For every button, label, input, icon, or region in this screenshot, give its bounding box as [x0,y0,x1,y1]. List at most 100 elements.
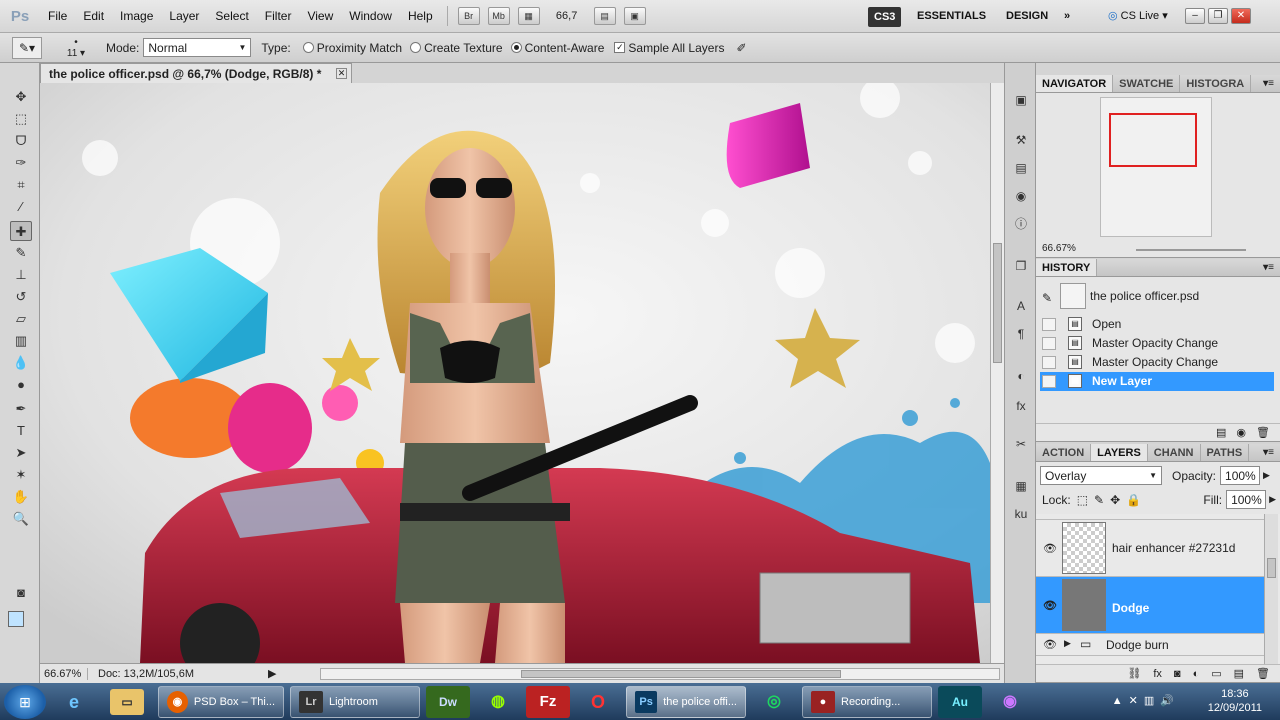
new-document-icon[interactable]: ▤ [1216,426,1226,439]
history-state[interactable]: ▤ Master Opacity Change [1040,353,1274,372]
start-button[interactable]: ⊞ [4,684,46,719]
menu-file[interactable]: File [40,9,75,23]
arrange-documents-icon[interactable]: ▤ [593,7,616,25]
vertical-scrollbar[interactable] [990,83,1004,663]
blend-mode-select[interactable]: Overlay ▼ [1040,466,1162,485]
layers-scrollbar[interactable] [1264,514,1278,664]
menu-view[interactable]: View [299,9,341,23]
tool-preset-picker[interactable]: ✎▾ [12,36,42,59]
mini-bridge-button[interactable]: Mb [487,7,510,25]
hand-tool-icon[interactable]: ✋ [10,487,32,507]
layer-style-icon[interactable]: fx [1153,668,1162,680]
fill-slider-icon[interactable]: ▶ [1269,494,1276,505]
tab-actions[interactable]: ACTION [1036,444,1092,461]
create-texture-radio[interactable] [410,42,422,53]
notes-dock-icon[interactable]: ▦ [1011,477,1031,495]
gradient-tool-icon[interactable]: ▥ [10,331,32,351]
workspace-essentials[interactable]: ESSENTIALS [917,10,986,22]
opacity-slider-icon[interactable]: ▶ [1263,470,1270,481]
layer-row[interactable]: 👁 hair enhancer #27231d [1036,520,1264,577]
trash-icon[interactable]: 🗑 [1256,667,1270,680]
opacity-input[interactable]: 100% [1220,466,1261,485]
media-app-icon[interactable]: ◉ [988,686,1032,718]
history-state-checkbox[interactable] [1042,375,1056,388]
tab-histogram[interactable]: HISTOGRA [1180,75,1252,92]
history-brush-tool-icon[interactable]: ↺ [10,287,32,307]
shape-tool-icon[interactable]: ✶ [10,465,32,485]
panel-menu-icon[interactable]: ▾≡ [1257,259,1280,276]
task-firefox[interactable]: ◉ PSD Box – Thi... [158,685,284,718]
close-tab-icon[interactable]: ✕ [336,68,347,79]
trash-icon[interactable]: 🗑 [1256,426,1270,439]
tab-paths[interactable]: PATHS [1201,444,1250,461]
mini-bridge-dock-icon[interactable]: ▣ [1011,91,1031,109]
tools-dock-icon[interactable]: ✂ [1011,435,1031,453]
eyedropper-tool-icon[interactable]: ⁄ [10,197,32,217]
new-layer-icon[interactable]: ▤ [1234,667,1244,680]
quick-select-tool-icon[interactable]: ✑ [10,153,32,173]
navigator-zoom-value[interactable]: 66.67% [1042,243,1076,254]
menu-select[interactable]: Select [207,9,256,23]
horizontal-scroll-thumb[interactable] [521,670,841,678]
history-snapshot[interactable]: ✎ the police officer.psd [1040,283,1274,311]
document-tab[interactable]: the police officer.psd @ 66,7% (Dodge, R… [40,63,352,83]
tool-presets-dock-icon[interactable]: ⚒ [1011,131,1031,149]
minimize-button[interactable]: – [1185,8,1205,24]
layer-group-row[interactable]: 👁 ▶ ▭ Dodge burn [1036,634,1264,656]
history-state-selected[interactable]: ▤ New Layer [1040,372,1274,391]
cs-live-button[interactable]: ◎ CS Live ▾ [1108,9,1168,22]
menu-layer[interactable]: Layer [161,9,207,23]
workspace-design[interactable]: DESIGN [1006,10,1048,22]
view-extras-icon[interactable]: ▦ [517,7,540,25]
status-zoom[interactable]: 66.67% [40,667,88,680]
navigator-zoom-slider[interactable] [1136,249,1246,251]
explorer-folder-icon[interactable]: ▭ [110,688,144,715]
menu-edit[interactable]: Edit [75,9,112,23]
content-aware-radio[interactable] [510,42,522,53]
panel-menu-icon[interactable]: ▾≡ [1257,75,1280,92]
expand-arrow-icon[interactable]: ▶ [1064,638,1071,649]
styles-dock-icon[interactable]: fx [1011,397,1031,415]
path-selection-tool-icon[interactable]: ➤ [10,443,32,463]
move-tool-icon[interactable]: ✥ [10,87,32,107]
fill-input[interactable]: 100% [1226,490,1267,509]
link-layers-icon[interactable]: ⛓ [1127,667,1141,680]
globe-app-icon[interactable]: ◍ [476,686,520,718]
task-lightroom[interactable]: Lr Lightroom [290,685,420,718]
document-area[interactable] [40,83,990,663]
new-snapshot-icon[interactable]: ◉ [1236,426,1246,439]
layer-mask-icon[interactable]: ◙ [1174,668,1181,680]
horizontal-scrollbar[interactable] [320,668,1000,680]
eye-icon[interactable]: 👁 [1042,599,1058,612]
brush-tool-icon[interactable]: ✎ [10,243,32,263]
character-dock-icon[interactable]: A [1011,297,1031,315]
menu-image[interactable]: Image [112,9,161,23]
tab-history[interactable]: HISTORY [1036,259,1098,276]
pen-tool-icon[interactable]: ✒ [10,399,32,419]
brush-size-picker[interactable]: • 11 ▾ [56,37,96,59]
history-state[interactable]: ▤ Master Opacity Change [1040,334,1274,353]
navigator-view-box[interactable] [1109,113,1197,167]
pressure-icon[interactable]: ✐ [736,41,746,55]
task-recording[interactable]: ● Recording... [802,685,932,718]
navigator-thumbnail[interactable] [1100,97,1212,237]
marquee-tool-icon[interactable]: ⬚ [10,109,32,129]
tab-navigator[interactable]: NAVIGATOR [1036,75,1114,92]
history-state-checkbox[interactable] [1042,318,1056,331]
lock-options-icons[interactable]: ⬚✎✥🔒 [1077,493,1147,507]
document-canvas[interactable] [40,83,990,663]
status-menu-icon[interactable]: ▶ [268,667,276,680]
kuler-dock-icon[interactable]: ku [1011,505,1031,523]
internet-explorer-icon[interactable]: e [52,686,96,718]
clone-source-dock-icon[interactable]: ❐ [1011,257,1031,275]
system-tray-icons[interactable]: ▲✕▥🔊 [1112,694,1180,707]
clone-stamp-tool-icon[interactable]: ⊥ [10,265,32,285]
spot-healing-tool-icon[interactable]: ✚ [10,221,32,241]
proximity-match-radio[interactable] [302,42,314,53]
eraser-tool-icon[interactable]: ▱ [10,309,32,329]
tab-layers[interactable]: LAYERS [1091,444,1148,461]
type-tool-icon[interactable]: T [10,421,32,441]
taskbar-clock[interactable]: 18:36 12/09/2011 [1208,687,1262,715]
sample-all-layers-checkbox[interactable]: ✓ [614,42,626,53]
history-state-checkbox[interactable] [1042,356,1056,369]
